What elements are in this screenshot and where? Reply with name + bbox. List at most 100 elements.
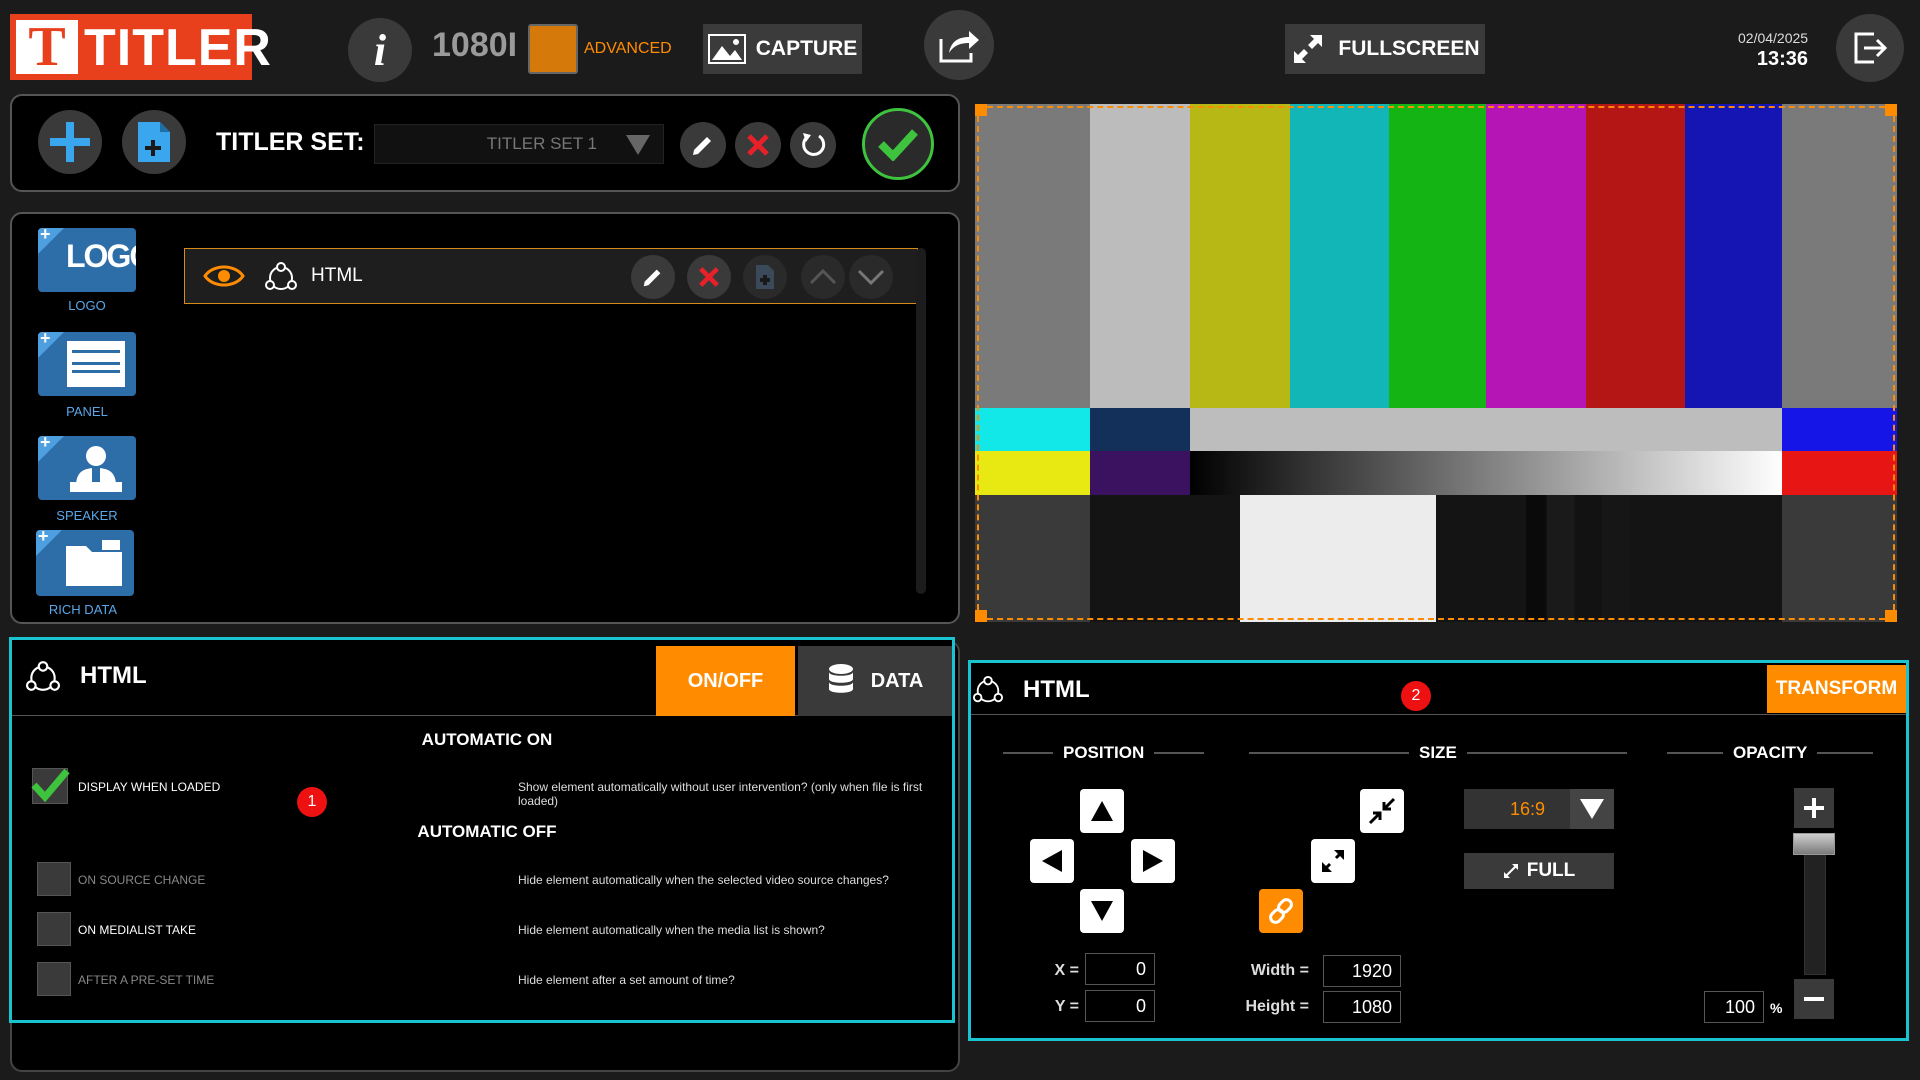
library-label-rich-data: RICH DATA (48, 602, 118, 617)
shrink-button[interactable] (1360, 789, 1404, 833)
layer-move-up-button[interactable] (801, 255, 845, 299)
move-right-button[interactable] (1131, 839, 1175, 883)
opacity-slider-handle[interactable] (1793, 833, 1835, 855)
resize-handle-bl[interactable] (975, 610, 987, 622)
delete-titler-set-button[interactable] (735, 122, 781, 168)
eye-icon[interactable] (203, 264, 245, 288)
expand-icon (1294, 35, 1323, 63)
chevron-up-icon (809, 269, 837, 285)
fullscreen-button[interactable]: FULLSCREEN (1285, 24, 1485, 74)
opacity-decrease-button[interactable] (1794, 979, 1834, 1019)
checkmark-icon (31, 768, 70, 803)
layer-edit-button[interactable] (631, 255, 675, 299)
logo-icon: LOGO (66, 238, 136, 274)
logout-button[interactable] (1836, 14, 1904, 82)
logout-icon (1854, 32, 1888, 64)
width-label: Width = (1250, 962, 1309, 979)
plus-small-icon: + (40, 436, 51, 452)
reload-titler-set-button[interactable] (790, 122, 836, 168)
opacity-input[interactable]: 100 (1704, 991, 1764, 1023)
library-label-speaker: SPEAKER (56, 508, 118, 523)
info-button[interactable]: i (348, 18, 412, 82)
opacity-increase-button[interactable] (1794, 788, 1834, 828)
left-panel-highlight: HTML ON/OFF DATA AUTOMATIC ON DISPLAY WH… (9, 637, 955, 1023)
option-display-when-loaded-checkbox[interactable] (31, 768, 70, 804)
automatic-off-heading: AUTOMATIC OFF (417, 822, 557, 841)
advanced-mode-label[interactable]: ADVANCED (584, 40, 672, 58)
automatic-on-heading: AUTOMATIC ON (421, 730, 553, 749)
library-item-panel[interactable]: + (38, 332, 136, 396)
logo-letter-badge: T (16, 19, 78, 75)
library-item-rich-data[interactable]: + (36, 530, 134, 596)
plus-small-icon: + (40, 228, 51, 244)
x-input[interactable]: 0 (1085, 953, 1155, 985)
info-icon: i (373, 25, 387, 75)
plus-icon (1804, 798, 1824, 818)
layer-duplicate-button[interactable] (743, 255, 787, 299)
option-preset-time-checkbox[interactable] (37, 962, 71, 996)
option-on-source-change-desc: Hide element automatically when the sele… (518, 873, 889, 887)
share-button[interactable] (924, 10, 994, 80)
layer-name: HTML (311, 265, 363, 286)
option-preset-time-label: AFTER A PRE-SET TIME (78, 973, 215, 987)
y-label: Y = (1054, 998, 1079, 1015)
selection-outline[interactable] (977, 106, 1895, 620)
move-down-button[interactable] (1080, 889, 1124, 933)
option-on-source-change-checkbox[interactable] (37, 862, 71, 896)
library-label-logo: LOGO (68, 298, 106, 313)
plus-icon (50, 122, 90, 162)
arrow-right-icon (1143, 850, 1163, 872)
tab-data-label: DATA (870, 669, 924, 692)
width-input[interactable]: 1920 (1323, 955, 1401, 987)
aspect-lock-button[interactable] (1259, 889, 1303, 933)
library-label-panel: PANEL (66, 404, 108, 419)
aspect-ratio-select[interactable]: 16:9 (1464, 789, 1614, 829)
plus-small-icon: + (40, 332, 51, 348)
preview-canvas[interactable] (975, 104, 1897, 622)
app-logo: T TITLER (10, 14, 271, 80)
library-item-speaker[interactable]: + (38, 436, 136, 500)
edit-titler-set-button[interactable] (680, 122, 726, 168)
x-label: X = (1054, 962, 1079, 979)
layer-delete-button[interactable] (687, 255, 731, 299)
arrow-left-icon (1042, 850, 1062, 872)
panel-icon (67, 341, 125, 387)
capture-button[interactable]: CAPTURE (703, 24, 862, 74)
pencil-icon (643, 269, 661, 287)
height-input[interactable]: 1080 (1323, 991, 1401, 1023)
new-file-button[interactable] (122, 110, 186, 174)
resize-handle-tr[interactable] (1885, 104, 1897, 116)
resize-handle-tl[interactable] (975, 104, 987, 116)
layer-move-down-button[interactable] (849, 255, 893, 299)
resize-handle-br[interactable] (1885, 610, 1897, 622)
opacity-slider-track[interactable] (1804, 853, 1826, 975)
aspect-dropdown-toggle[interactable] (1570, 789, 1614, 829)
advanced-mode-swatch[interactable] (528, 24, 578, 74)
refresh-icon (802, 133, 826, 156)
grow-button[interactable] (1311, 839, 1355, 883)
library-item-logo[interactable]: + LOGO (38, 228, 136, 292)
capture-label: CAPTURE (755, 37, 858, 60)
html-element-icon (265, 262, 297, 290)
dropdown-arrow-icon (626, 135, 650, 155)
database-icon (828, 664, 853, 693)
y-input[interactable]: 0 (1085, 990, 1155, 1022)
left-panel-header: HTML ON/OFF DATA (12, 640, 952, 716)
move-up-button[interactable] (1080, 789, 1124, 833)
option-on-medialist-take-checkbox[interactable] (37, 912, 71, 946)
move-left-button[interactable] (1030, 839, 1074, 883)
opacity-section-title: OPACITY (1667, 743, 1874, 763)
layer-list-scrollbar[interactable] (916, 248, 926, 594)
add-titler-set-button[interactable] (38, 110, 102, 174)
confirm-titler-set-button[interactable] (862, 108, 934, 180)
left-panel-title: HTML (80, 662, 147, 689)
tab-data[interactable]: DATA (798, 646, 952, 716)
tab-transform[interactable]: TRANSFORM (1767, 665, 1906, 713)
layer-row[interactable]: HTML (184, 248, 918, 304)
folder-icon (66, 540, 122, 586)
tab-onoff[interactable]: ON/OFF (656, 646, 795, 716)
titler-set-label: TITLER SET: (216, 128, 365, 156)
full-size-button[interactable]: FULL (1464, 853, 1614, 889)
titler-set-select[interactable]: TITLER SET 1 (374, 124, 664, 164)
html-element-icon (26, 661, 60, 691)
